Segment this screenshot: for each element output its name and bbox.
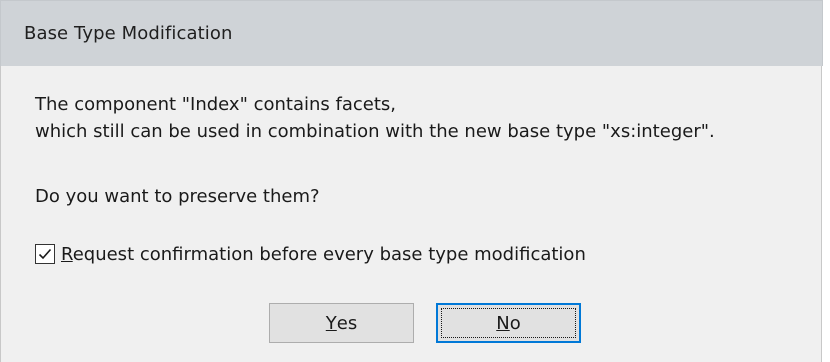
yes-button-label: es	[336, 312, 358, 334]
checkbox-box[interactable]	[35, 244, 55, 264]
message-line-2: which still can be used in combination w…	[35, 121, 715, 142]
no-button-label: o	[509, 312, 521, 334]
checkbox-label-mnemonic: R	[61, 243, 73, 265]
message-question: Do you want to preserve them?	[35, 186, 320, 207]
base-type-modification-dialog: Base Type Modification The component "In…	[0, 0, 830, 362]
checkbox-label: Request confirmation before every base t…	[61, 244, 586, 265]
request-confirmation-checkbox[interactable]: Request confirmation before every base t…	[35, 242, 586, 266]
yes-button[interactable]: Yes	[269, 303, 414, 343]
checkmark-icon	[38, 248, 52, 260]
no-button-mnemonic: N	[496, 312, 510, 334]
dialog-body: The component "Index" contains facets, w…	[0, 66, 822, 362]
title-bar[interactable]: Base Type Modification	[0, 0, 823, 66]
checkbox-label-text: equest confirmation before every base ty…	[72, 243, 586, 265]
yes-button-mnemonic: Y	[325, 312, 337, 334]
message-line-1: The component "Index" contains facets,	[35, 94, 396, 115]
window-title: Base Type Modification	[24, 23, 233, 44]
no-button[interactable]: No	[436, 303, 581, 343]
